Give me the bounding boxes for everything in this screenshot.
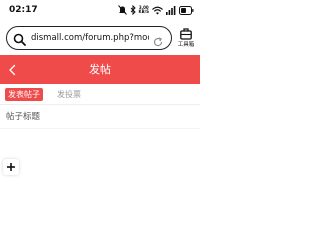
status-time: 02:17: [9, 5, 38, 15]
signal-icon: [166, 5, 176, 15]
reload-icon[interactable]: [153, 32, 163, 51]
status-icons: 3.00 KB/S: [117, 4, 195, 16]
toolbox-button[interactable]: 工具箱: [175, 24, 197, 52]
add-button[interactable]: [3, 159, 19, 175]
divider: [0, 104, 200, 105]
silent-icon: [117, 5, 127, 15]
divider: [0, 128, 200, 129]
search-icon: [13, 31, 26, 50]
chevron-left-icon[interactable]: [6, 62, 20, 76]
address-bar[interactable]: dismall.com/forum.php?mod=p...: [6, 26, 172, 50]
tab-post-poll[interactable]: 发投票: [57, 88, 81, 101]
tab-post-thread[interactable]: 发表帖子: [5, 88, 43, 101]
screen: 02:17 3.00 KB/S dismall.com/forum.php?mo…: [0, 0, 200, 200]
thread-title-input[interactable]: [6, 110, 194, 124]
toolbox-label: 工具箱: [177, 42, 195, 48]
status-bar: 02:17 3.00 KB/S: [0, 0, 200, 20]
tab-bar: 发表帖子 发投票: [0, 84, 200, 104]
plus-icon: [7, 163, 15, 171]
network-speed-unit: KB/S: [138, 9, 150, 14]
battery-icon: [179, 5, 194, 15]
page-title: 发帖: [89, 63, 111, 76]
bluetooth-icon: [130, 5, 136, 15]
address-url[interactable]: dismall.com/forum.php?mod=p...: [31, 32, 149, 44]
network-speed: 3.00 KB/S: [139, 6, 150, 14]
app-header: 发帖: [0, 55, 200, 84]
wifi-icon: [152, 6, 163, 15]
